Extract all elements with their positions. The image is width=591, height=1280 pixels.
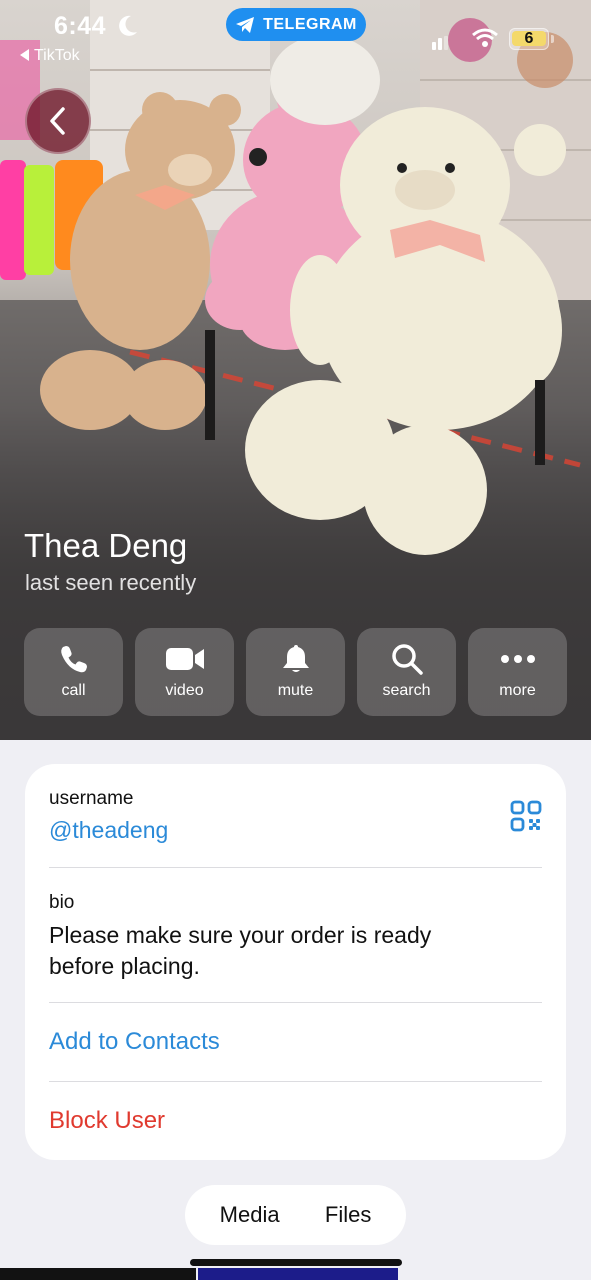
qr-code-icon[interactable] <box>510 800 542 832</box>
bell-icon <box>282 645 309 672</box>
profile-name: Thea Deng <box>24 527 188 564</box>
video-camera-icon <box>165 648 204 670</box>
add-to-contacts-row[interactable]: Add to Contacts <box>49 1028 542 1056</box>
cellular-signal-icon <box>432 36 448 50</box>
divider <box>49 1002 542 1003</box>
chevron-left-icon <box>50 107 65 135</box>
username-row[interactable]: username @theadeng <box>49 788 542 844</box>
telegram-pill[interactable]: TELEGRAM <box>226 8 366 41</box>
telegram-pill-label: TELEGRAM <box>263 15 357 33</box>
video-button[interactable]: video <box>135 628 234 716</box>
call-button[interactable]: call <box>24 628 123 716</box>
battery-indicator: 6 <box>509 28 549 50</box>
magnifier-icon <box>391 644 423 675</box>
more-button-label: more <box>499 682 536 699</box>
block-user-button[interactable]: Block User <box>49 1107 542 1135</box>
home-indicator[interactable] <box>190 1259 402 1266</box>
back-button[interactable] <box>25 88 91 154</box>
profile-photo-header: 6:44 TikTok TELEGRAM 6 Thea Deng last se… <box>0 0 591 740</box>
divider <box>49 1081 542 1082</box>
bio-label: bio <box>49 892 75 913</box>
telegram-plane-icon <box>236 16 255 33</box>
mute-button-label: mute <box>277 682 314 699</box>
bio-row: bio Please make sure your order is ready… <box>49 892 542 982</box>
battery-cap <box>551 35 554 43</box>
media-thumbnail-empty <box>398 1268 591 1280</box>
ellipsis-icon <box>500 655 535 663</box>
media-thumbnail[interactable] <box>0 1268 196 1280</box>
wifi-icon <box>472 28 498 47</box>
search-button[interactable]: search <box>357 628 456 716</box>
block-user-row[interactable]: Block User <box>49 1107 542 1135</box>
media-thumbnails-strip <box>0 1268 591 1280</box>
bio-text: Please make sure your order is ready bef… <box>49 922 432 979</box>
tab-media[interactable]: Media <box>220 1202 280 1228</box>
call-button-label: call <box>61 682 86 699</box>
profile-last-seen: last seen recently <box>25 570 197 595</box>
divider <box>49 867 542 868</box>
moon-icon <box>119 15 137 36</box>
shared-media-tabs: Media Files <box>185 1185 406 1245</box>
phone-icon <box>60 646 87 673</box>
back-triangle-icon <box>20 49 29 61</box>
tab-files[interactable]: Files <box>325 1202 371 1228</box>
profile-actions: call video mute search more <box>24 628 567 716</box>
back-app-label: TikTok <box>34 47 80 64</box>
media-thumbnail[interactable] <box>198 1268 398 1280</box>
clock: 6:44 <box>54 12 107 40</box>
add-to-contacts-button[interactable]: Add to Contacts <box>49 1028 542 1056</box>
username-value[interactable]: @theadeng <box>49 817 542 844</box>
username-label: username <box>49 788 134 809</box>
status-bar: 6:44 TikTok TELEGRAM 6 <box>0 0 591 70</box>
search-button-label: search <box>382 682 431 699</box>
video-button-label: video <box>165 682 204 699</box>
more-button[interactable]: more <box>468 628 567 716</box>
back-to-app-link[interactable]: TikTok <box>20 47 80 65</box>
mute-button[interactable]: mute <box>246 628 345 716</box>
profile-info-card: username @theadeng bio Please make sure … <box>25 764 566 1160</box>
battery-level: 6 <box>524 30 534 47</box>
